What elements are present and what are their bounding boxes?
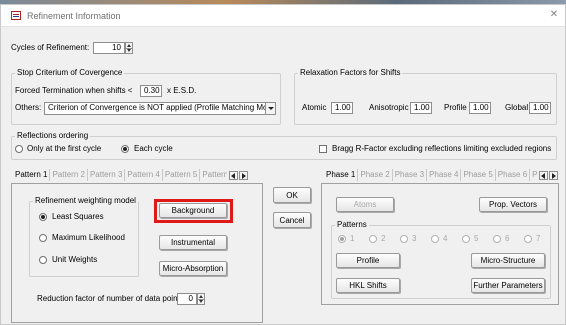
further-parameters-button[interactable]: Further Parameters bbox=[471, 278, 545, 293]
anisotropic-label: Anisotropic bbox=[369, 103, 409, 112]
profile-relaxation-label: Profile bbox=[444, 103, 467, 112]
window-title: Refinement Information bbox=[27, 11, 121, 21]
atomic-label: Atomic bbox=[302, 103, 327, 112]
maximum-likelihood-label: Maximum Likelihood bbox=[52, 233, 125, 242]
bragg-checkbox[interactable] bbox=[319, 145, 327, 153]
micro-structure-button[interactable]: Micro-Structure bbox=[471, 253, 545, 268]
radio-pattern-1[interactable] bbox=[338, 235, 346, 243]
radio-first-cycle[interactable] bbox=[15, 145, 23, 153]
pattern-4-label: 4 bbox=[443, 234, 448, 243]
chevron-down-icon[interactable] bbox=[265, 103, 275, 114]
global-label: Global bbox=[505, 103, 529, 112]
tab-scroll-left-icon[interactable] bbox=[229, 171, 238, 180]
weighting-model-title: Refinement weighting model bbox=[33, 196, 138, 206]
forced-termination-label: Forced Termination when shifts < bbox=[15, 86, 133, 95]
radio-pattern-3[interactable] bbox=[400, 235, 408, 243]
profile-button[interactable]: Profile bbox=[336, 253, 400, 268]
convergence-criterion-select[interactable]: Criterion of Convergence is NOT applied … bbox=[44, 102, 276, 115]
close-icon[interactable]: ✕ bbox=[548, 9, 560, 20]
tab-pattern-1[interactable]: Pattern 1 bbox=[13, 169, 51, 181]
stop-criterium-title: Stop Criterium of Covergence bbox=[15, 68, 125, 78]
atomic-input[interactable]: 1.00 bbox=[331, 102, 353, 114]
ok-button[interactable]: OK bbox=[273, 187, 311, 203]
tab-phase-3[interactable]: Phase 3 bbox=[393, 169, 428, 181]
radio-least-squares[interactable] bbox=[39, 213, 47, 221]
atoms-button[interactable]: Atoms bbox=[336, 197, 394, 212]
first-cycle-label: Only at the first cycle bbox=[27, 144, 102, 153]
pattern-5-label: 5 bbox=[474, 234, 479, 243]
tab-pattern-3[interactable]: Pattern 3 bbox=[88, 169, 126, 181]
prop-vectors-button[interactable]: Prop. Vectors bbox=[479, 197, 547, 212]
anisotropic-input[interactable]: 1.00 bbox=[410, 102, 432, 114]
stop-criterium-group bbox=[11, 73, 281, 125]
hkl-shifts-button[interactable]: HKL Shifts bbox=[336, 278, 400, 293]
reduction-factor-input[interactable]: 0 bbox=[177, 293, 197, 305]
app-icon bbox=[11, 11, 21, 20]
profile-relaxation-input[interactable]: 1.00 bbox=[469, 102, 491, 114]
global-input[interactable]: 1.00 bbox=[529, 102, 551, 114]
tab-pattern-5[interactable]: Pattern 5 bbox=[163, 169, 201, 181]
tab-phase-1[interactable]: Phase 1 bbox=[324, 169, 359, 181]
tab-phase-5[interactable]: Phase 5 bbox=[461, 169, 496, 181]
reflections-ordering-title: Reflections ordering bbox=[15, 131, 91, 141]
relaxation-group bbox=[294, 73, 557, 125]
pattern-tabs: Pattern 1 Pattern 2 Pattern 3 Pattern 4 Patt… bbox=[13, 169, 227, 182]
radio-pattern-4[interactable] bbox=[431, 235, 439, 243]
phase-tab-scroll-right-icon[interactable] bbox=[549, 171, 558, 180]
pattern-7-label: 7 bbox=[536, 234, 541, 243]
radio-pattern-7[interactable] bbox=[524, 235, 532, 243]
bragg-label: Bragg R-Factor excluding reflections lim… bbox=[332, 144, 552, 153]
others-label: Others: bbox=[15, 103, 42, 112]
radio-unit-weights[interactable] bbox=[39, 256, 47, 264]
radio-pattern-2[interactable] bbox=[369, 235, 377, 243]
relaxation-title: Relaxation Factors for Shifts bbox=[298, 68, 403, 78]
radio-each-cycle[interactable] bbox=[121, 145, 129, 153]
convergence-criterion-value: Criterion of Convergence is NOT applied … bbox=[48, 103, 276, 112]
pattern-2-label: 2 bbox=[381, 234, 386, 243]
forced-termination-input[interactable]: 0.30 bbox=[140, 85, 162, 97]
esd-label: x E.S.D. bbox=[167, 86, 197, 95]
pattern-3-label: 3 bbox=[412, 234, 417, 243]
unit-weights-label: Unit Weights bbox=[52, 255, 98, 264]
tab-scroll-right-icon[interactable] bbox=[239, 171, 248, 180]
refinement-information-dialog: Refinement Information ✕ Cycles of Refin… bbox=[0, 4, 566, 325]
pattern-1-label: 1 bbox=[350, 234, 355, 243]
tab-pattern-2[interactable]: Pattern 2 bbox=[50, 169, 88, 181]
background-button[interactable]: Background bbox=[159, 203, 227, 218]
reduction-factor-spinner[interactable] bbox=[197, 293, 205, 305]
cycles-label: Cycles of Refinement: bbox=[11, 43, 90, 52]
phase-tab-scroll-left-icon[interactable] bbox=[539, 171, 548, 180]
patterns-title: Patterns bbox=[335, 220, 369, 230]
tab-phase-4[interactable]: Phase 4 bbox=[427, 169, 462, 181]
tab-phase-6[interactable]: Phase 6 bbox=[496, 169, 531, 181]
tab-pattern-6[interactable]: Pattern bbox=[200, 169, 227, 181]
title-bar[interactable]: Refinement Information ✕ bbox=[1, 5, 565, 27]
tab-phase-7[interactable]: P bbox=[530, 169, 537, 181]
least-squares-label: Least Squares bbox=[52, 212, 104, 221]
micro-absorption-button[interactable]: Micro-Absorption bbox=[159, 261, 227, 276]
tab-pattern-4[interactable]: Pattern 4 bbox=[125, 169, 163, 181]
reduction-factor-label: Reduction factor of number of data point… bbox=[37, 294, 186, 303]
each-cycle-label: Each cycle bbox=[134, 144, 173, 153]
pattern-6-label: 6 bbox=[505, 234, 510, 243]
cycles-spinner[interactable] bbox=[125, 42, 133, 54]
cancel-button[interactable]: Cancel bbox=[273, 212, 311, 228]
phase-tabs: Phase 1 Phase 2 Phase 3 Phase 4 Phase 5 Phase… bbox=[324, 169, 537, 182]
cycles-input[interactable]: 10 bbox=[93, 42, 125, 54]
tab-phase-2[interactable]: Phase 2 bbox=[358, 169, 393, 181]
instrumental-button[interactable]: Instrumental bbox=[159, 235, 227, 250]
radio-maximum-likelihood[interactable] bbox=[39, 234, 47, 242]
radio-pattern-5[interactable] bbox=[462, 235, 470, 243]
radio-pattern-6[interactable] bbox=[493, 235, 501, 243]
